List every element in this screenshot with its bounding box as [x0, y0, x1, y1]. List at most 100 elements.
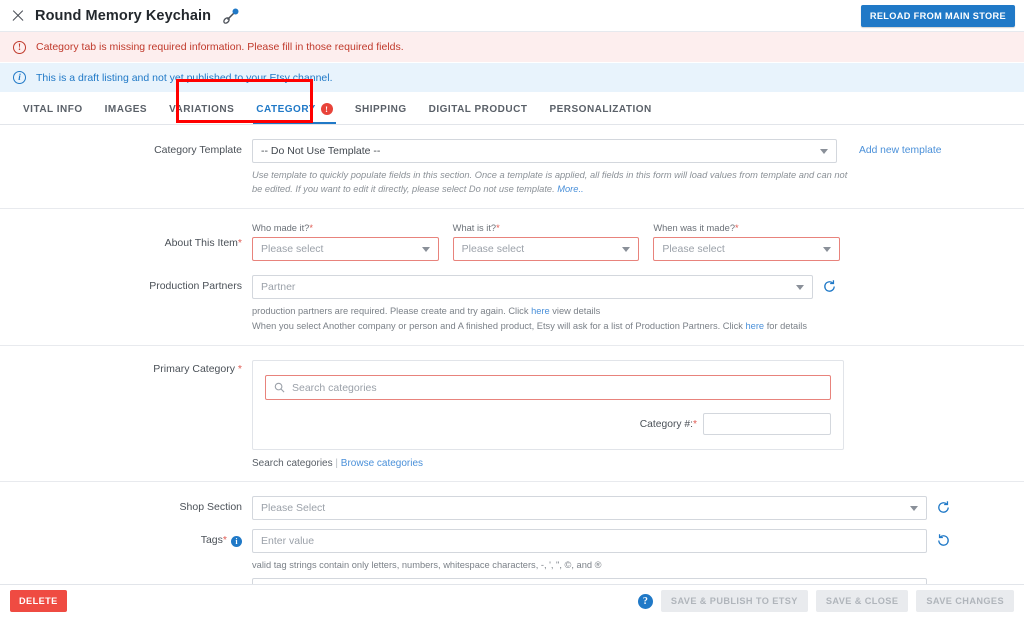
when-was-it-made-group: When was it made?* Please select [653, 223, 841, 261]
search-categories-input[interactable]: Search categories [265, 375, 831, 400]
tab-category-badge: ! [320, 103, 333, 115]
category-number-input[interactable] [703, 413, 831, 435]
tab-images[interactable]: IMAGES [94, 104, 158, 124]
tags-label: Tags* i [0, 529, 252, 547]
tab-shipping[interactable]: SHIPPING [344, 104, 418, 124]
info-alert: i This is a draft listing and not yet pu… [0, 62, 1024, 92]
tab-variations[interactable]: VARIATIONS [158, 104, 245, 124]
required-asterisk: * [309, 223, 313, 233]
section-category-template: Category Template -- Do Not Use Template… [0, 125, 1024, 209]
primary-category-label: Primary Category * [0, 360, 252, 375]
who-made-it-select[interactable]: Please select [252, 237, 439, 261]
shop-section-value: Please Select [261, 502, 326, 514]
category-template-help-text: Use template to quickly populate fields … [252, 170, 848, 194]
save-and-publish-to-etsy-button[interactable]: SAVE & PUBLISH TO ETSY [660, 590, 808, 612]
production-partners-value: Partner [261, 281, 296, 293]
delete-button[interactable]: DELETE [10, 590, 67, 612]
production-partners-help-2: When you select Another company or perso… [252, 319, 1010, 333]
who-made-it-group: Who made it?* Please select [252, 223, 439, 261]
tab-label: DIGITAL PRODUCT [428, 104, 528, 115]
tags-help: valid tag strings contain only letters, … [252, 560, 602, 570]
tab-vital-info[interactable]: VITAL INFO [12, 104, 94, 124]
footer-bar: DELETE ? SAVE & PUBLISH TO ETSY SAVE & C… [0, 584, 1024, 617]
refresh-icon[interactable] [936, 500, 951, 515]
save-and-close-button[interactable]: SAVE & CLOSE [815, 590, 909, 612]
help-text-post: view details [549, 306, 601, 316]
browse-categories-link[interactable]: Browse categories [341, 458, 423, 469]
help-icon[interactable]: ? [637, 593, 653, 609]
search-categories-link[interactable]: Search categories [252, 458, 333, 469]
add-new-template-link[interactable]: Add new template [859, 145, 941, 156]
alert-error-icon: ! [13, 40, 26, 54]
production-partners-help-1: production partners are required. Please… [252, 304, 1010, 318]
close-icon[interactable] [10, 8, 26, 24]
primary-category-label-text: Primary Category [153, 363, 235, 375]
search-categories-placeholder: Search categories [292, 381, 377, 394]
when-was-it-made-select[interactable]: Please select [653, 237, 841, 261]
tab-label: IMAGES [104, 104, 148, 115]
shop-section-select[interactable]: Please Select [252, 496, 927, 520]
here-link[interactable]: here [746, 321, 765, 331]
required-asterisk: * [496, 223, 500, 233]
sublabel-text: Who made it? [252, 223, 310, 233]
search-icon [274, 382, 285, 393]
tab-bar: VITAL INFO IMAGES VARIATIONS CATEGORY ! … [0, 79, 1024, 125]
help-text-pre: production partners are required. Please… [252, 306, 532, 316]
alert-info-icon: i [13, 71, 26, 84]
here-link[interactable]: here [531, 306, 550, 316]
category-number-label-text: Category #: [639, 418, 693, 430]
tab-label: SHIPPING [354, 104, 407, 115]
info-icon[interactable]: i [231, 536, 242, 547]
refresh-icon[interactable] [822, 279, 837, 294]
section-primary-category: Primary Category * Search categories Cat… [0, 346, 1024, 482]
chevron-down-icon [910, 506, 918, 511]
chevron-down-icon [622, 247, 631, 252]
tags-placeholder: Enter value [261, 535, 315, 547]
tab-digital-product[interactable]: DIGITAL PRODUCT [418, 104, 539, 124]
tab-category[interactable]: CATEGORY ! [245, 103, 344, 124]
chevron-down-icon [421, 247, 430, 252]
chevron-down-icon [820, 149, 828, 154]
what-is-it-group: What is it?* Please select [452, 223, 640, 261]
tags-input[interactable]: Enter value [252, 529, 927, 553]
more-link[interactable]: More.. [557, 184, 583, 194]
sublabel-text: What is it? [452, 223, 497, 233]
section-about-this-item: About This Item* Who made it?* Please se… [0, 209, 1024, 346]
link-icon[interactable] [221, 6, 241, 26]
about-this-item-label: About This Item* [0, 223, 252, 249]
what-is-it-select[interactable]: Please select [452, 237, 640, 261]
tab-personalization[interactable]: PERSONALIZATION [538, 104, 662, 124]
when-was-it-made-label: When was it made?* [653, 223, 840, 233]
who-made-it-value: Please select [261, 243, 324, 255]
info-alert-text: This is a draft listing and not yet publ… [36, 71, 333, 84]
required-asterisk: * [735, 223, 739, 233]
category-template-help: Use template to quickly populate fields … [252, 168, 852, 196]
tags-label-text: Tags [200, 534, 223, 546]
chevron-down-icon [823, 247, 832, 252]
category-number-label: Category #:* [640, 419, 697, 430]
primary-category-links: Search categories | Browse categories [252, 458, 1010, 469]
reload-from-main-store-button[interactable]: RELOAD FROM MAIN STORE [860, 5, 1015, 27]
when-was-it-made-value: Please select [662, 243, 725, 255]
save-changes-button[interactable]: SAVE CHANGES [916, 590, 1014, 612]
shop-section-label: Shop Section [179, 501, 242, 513]
about-this-item-label-text: About This Item [164, 237, 238, 249]
production-partners-label: Production Partners [149, 280, 242, 292]
category-template-value: -- Do Not Use Template -- [261, 145, 381, 157]
page-title: Round Memory Keychain [35, 7, 212, 24]
link-separator: | [335, 458, 338, 469]
chevron-down-icon [796, 285, 804, 290]
refresh-icon[interactable] [936, 533, 951, 548]
tab-label: VARIATIONS [169, 104, 235, 115]
tab-label: PERSONALIZATION [549, 104, 652, 115]
production-partners-select[interactable]: Partner [252, 275, 813, 299]
title-bar: Round Memory Keychain RELOAD FROM MAIN S… [0, 0, 1024, 32]
who-made-it-label: Who made it?* [252, 223, 439, 233]
category-template-select[interactable]: -- Do Not Use Template -- [252, 139, 837, 163]
error-alert: ! Category tab is missing required infor… [0, 32, 1024, 62]
tab-label: VITAL INFO [23, 104, 83, 115]
tab-label: CATEGORY [256, 103, 316, 115]
required-asterisk: * [237, 363, 242, 375]
help-text-pre: When you select Another company or perso… [252, 321, 746, 331]
help-text-post: for details [764, 321, 807, 331]
